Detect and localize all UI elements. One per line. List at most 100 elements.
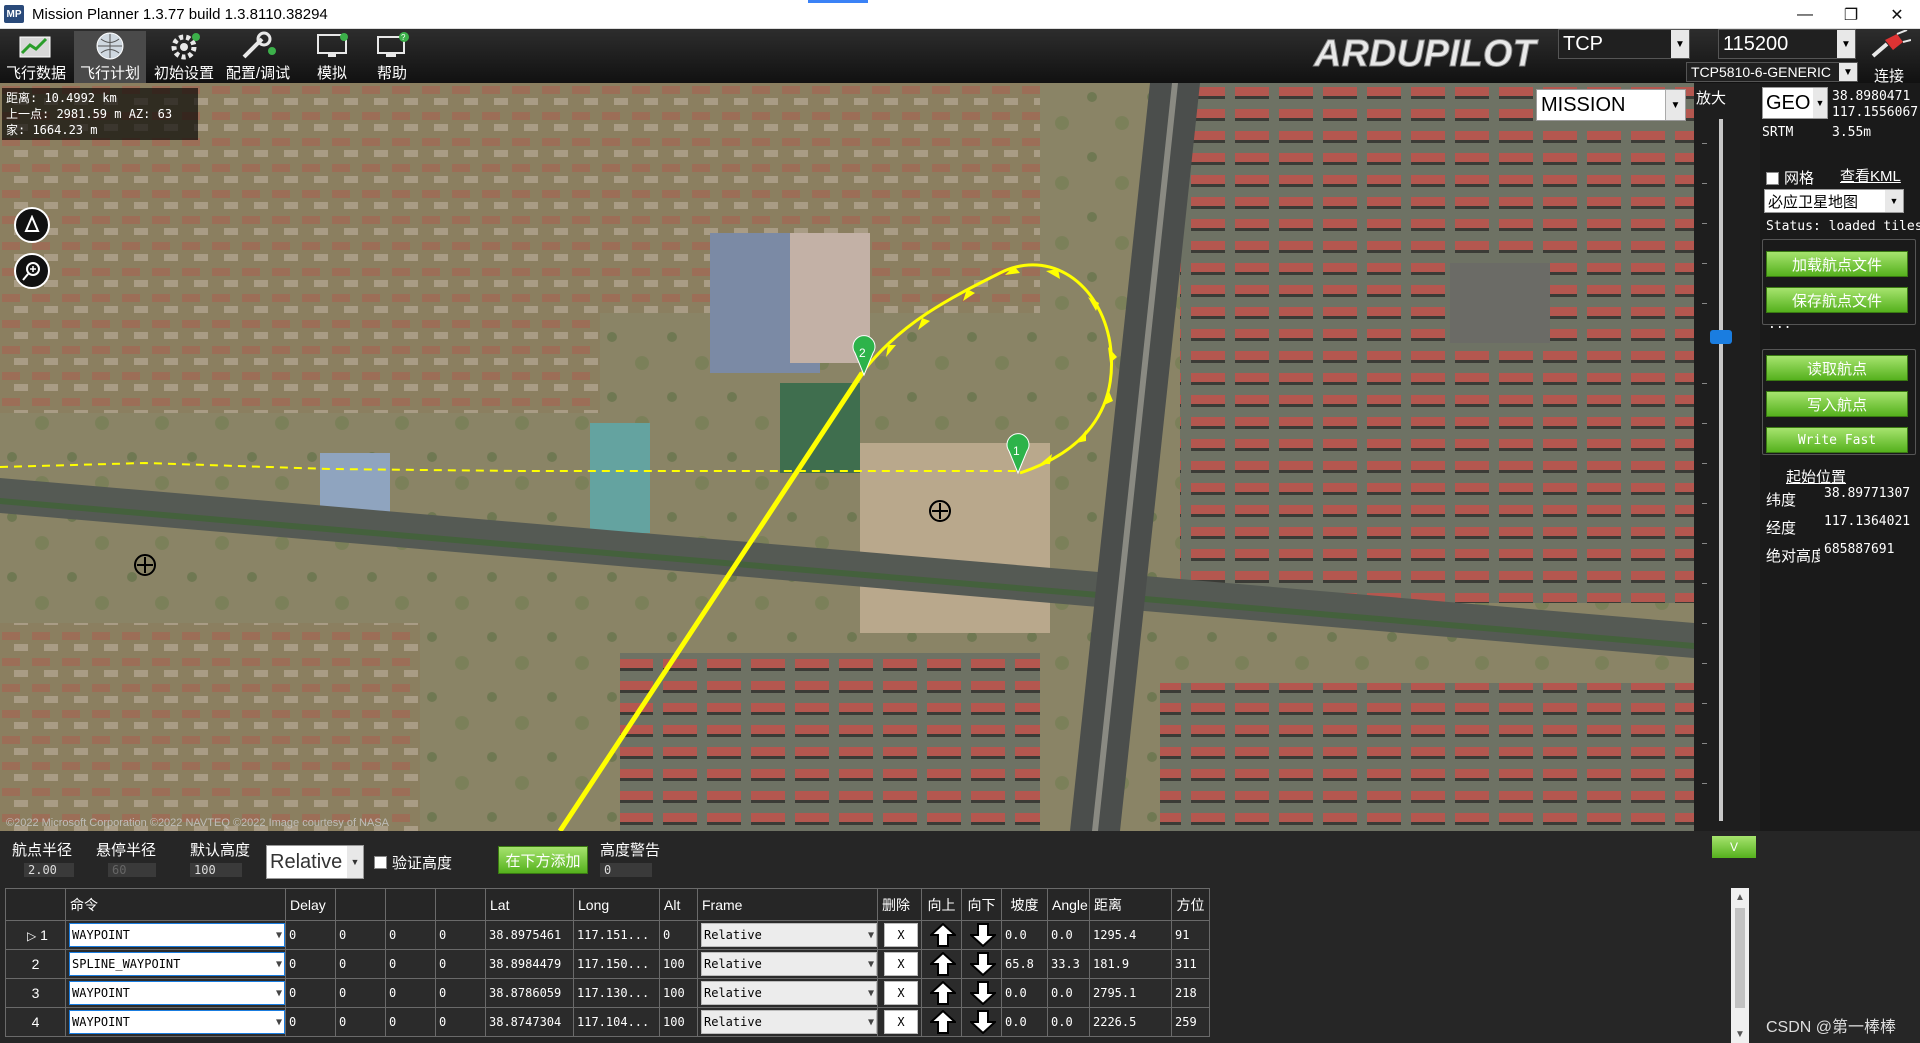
loiter-radius-input[interactable]: 60 (108, 863, 156, 877)
map-type-combo[interactable]: 必应卫星地图 ▼ (1764, 189, 1904, 213)
delay-cell[interactable]: 0 (285, 1007, 336, 1037)
satellite-map[interactable]: 1 2 距离: 10.4992 km 上一点: 2981.59 m AZ: 63… (0, 83, 1694, 831)
move-down-button[interactable] (968, 923, 998, 947)
verify-alt-checkbox[interactable] (374, 856, 387, 869)
delete-row-button[interactable]: X (884, 981, 918, 1005)
move-up-button[interactable] (928, 952, 958, 976)
param-cell[interactable]: 0 (385, 920, 436, 950)
angle-cell[interactable]: 33.3 (1047, 949, 1090, 979)
coordinate-system-combo[interactable]: GEO ▼ (1762, 87, 1828, 119)
gradient-cell[interactable]: 0.0 (1001, 978, 1048, 1008)
load-wp-file-button[interactable]: 加载航点文件 (1766, 251, 1908, 277)
param-cell[interactable]: 0 (385, 1007, 436, 1037)
grid-checkbox[interactable] (1766, 172, 1779, 185)
lat-cell[interactable]: 38.8984479 (485, 949, 574, 979)
flight-plan-button[interactable]: 飞行计划 (74, 31, 146, 83)
angle-cell[interactable]: 0.0 (1047, 920, 1090, 950)
home-alt-field[interactable]: 685887691 (1820, 542, 1916, 564)
flight-mode-combo[interactable]: MISSION ▼ (1536, 89, 1686, 121)
col-header[interactable] (385, 888, 436, 921)
alt-warning-input[interactable]: 0 (600, 863, 652, 877)
zoom-tool-button[interactable] (14, 253, 50, 289)
alt-cell[interactable]: 100 (659, 978, 698, 1008)
command-combo[interactable]: WAYPOINT ▼ (69, 1010, 285, 1034)
move-up-button[interactable] (928, 981, 958, 1005)
collapse-panel-button[interactable]: V (1712, 836, 1756, 858)
delete-row-button[interactable]: X (884, 923, 918, 947)
azimuth-cell[interactable]: 311 (1171, 949, 1210, 979)
scroll-down-icon[interactable]: ▼ (1731, 1025, 1749, 1043)
long-cell[interactable]: 117.130... (573, 978, 660, 1008)
alt-cell[interactable]: 100 (659, 1007, 698, 1037)
zoom-slider-thumb[interactable] (1710, 330, 1732, 344)
table-row[interactable]: 2 SPLINE_WAYPOINT ▼ 0 0 0 0 38.8984479 11… (5, 949, 1210, 979)
restore-button[interactable]: ❐ (1828, 0, 1874, 29)
col-header-frame[interactable]: Frame (697, 888, 878, 921)
device-combo[interactable]: TCP5810-6-GENERIC ▼ (1686, 62, 1858, 82)
delay-cell[interactable]: 0 (285, 978, 336, 1008)
save-wp-file-button[interactable]: 保存航点文件 (1766, 287, 1908, 313)
col-header-down[interactable]: 向下 (961, 888, 1002, 921)
distance-cell[interactable]: 2795.1 (1089, 978, 1172, 1008)
col-header[interactable] (435, 888, 486, 921)
lat-cell[interactable]: 38.8747304 (485, 1007, 574, 1037)
param-cell[interactable]: 0 (435, 949, 486, 979)
config-tuning-button[interactable]: 配置/调试 (222, 31, 294, 83)
scroll-thumb[interactable] (1735, 908, 1745, 1008)
frame-combo[interactable]: Relative ▼ (701, 923, 877, 947)
delay-cell[interactable]: 0 (285, 949, 336, 979)
azimuth-cell[interactable]: 259 (1171, 1007, 1210, 1037)
view-kml-link[interactable]: 查看KML (1840, 165, 1901, 186)
col-header-long[interactable]: Long (573, 888, 660, 921)
lat-cell[interactable]: 38.8786059 (485, 978, 574, 1008)
read-wp-button[interactable]: 读取航点 (1766, 355, 1908, 381)
param-cell[interactable]: 0 (385, 949, 436, 979)
long-cell[interactable]: 117.151... (573, 920, 660, 950)
close-button[interactable]: ✕ (1874, 0, 1920, 29)
command-combo[interactable]: WAYPOINT ▼ (69, 981, 285, 1005)
more-dots[interactable]: ... (1768, 317, 1791, 332)
command-combo[interactable]: SPLINE_WAYPOINT ▼ (69, 952, 285, 976)
move-down-button[interactable] (968, 952, 998, 976)
azimuth-cell[interactable]: 218 (1171, 978, 1210, 1008)
write-fast-button[interactable]: Write Fast (1766, 427, 1908, 453)
home-lng-field[interactable]: 117.1364021 (1820, 514, 1916, 536)
distance-cell[interactable]: 181.9 (1089, 949, 1172, 979)
azimuth-cell[interactable]: 91 (1171, 920, 1210, 950)
scroll-up-icon[interactable]: ▲ (1731, 888, 1749, 906)
col-header-azimuth[interactable]: 方位 (1171, 888, 1210, 921)
home-position-link[interactable]: 起始位置 (1786, 466, 1846, 487)
gradient-cell[interactable]: 0.0 (1001, 920, 1048, 950)
param-cell[interactable]: 0 (435, 978, 486, 1008)
ruler-button[interactable] (14, 207, 50, 243)
angle-cell[interactable]: 0.0 (1047, 1007, 1090, 1037)
alt-cell[interactable]: 100 (659, 949, 698, 979)
default-alt-input[interactable]: 100 (190, 863, 242, 877)
param-cell[interactable]: 0 (335, 949, 386, 979)
wp-radius-input[interactable]: 2.00 (24, 863, 74, 877)
frame-combo[interactable]: Relative ▼ (701, 1010, 877, 1034)
minimize-button[interactable]: — (1782, 0, 1828, 29)
add-below-button[interactable]: 在下方添加 (498, 846, 588, 874)
delay-cell[interactable]: 0 (285, 920, 336, 950)
home-lat-field[interactable]: 38.89771307 (1820, 486, 1916, 508)
move-up-button[interactable] (928, 923, 958, 947)
flight-data-button[interactable]: 飞行数据 (0, 31, 72, 83)
col-header-alt[interactable]: Alt (659, 888, 698, 921)
table-row[interactable]: 4 WAYPOINT ▼ 0 0 0 0 38.8747304 117.104..… (5, 1007, 1210, 1037)
connection-type-combo[interactable]: TCP ▼ (1558, 29, 1690, 59)
delete-row-button[interactable]: X (884, 1010, 918, 1034)
distance-cell[interactable]: 1295.4 (1089, 920, 1172, 950)
param-cell[interactable]: 0 (335, 978, 386, 1008)
param-cell[interactable]: 0 (435, 1007, 486, 1037)
col-header-up[interactable]: 向上 (921, 888, 962, 921)
zoom-slider-track[interactable] (1719, 119, 1723, 821)
col-header-gradient[interactable]: 坡度 (1001, 888, 1048, 921)
col-header-distance[interactable]: 距离 (1089, 888, 1172, 921)
table-scrollbar[interactable]: ▲ ▼ (1731, 888, 1749, 1043)
col-header-delete[interactable]: 删除 (877, 888, 922, 921)
alt-cell[interactable]: 0 (659, 920, 698, 950)
long-cell[interactable]: 117.104... (573, 1007, 660, 1037)
baud-rate-combo[interactable]: 115200 ▼ (1718, 29, 1856, 59)
delete-row-button[interactable]: X (884, 952, 918, 976)
